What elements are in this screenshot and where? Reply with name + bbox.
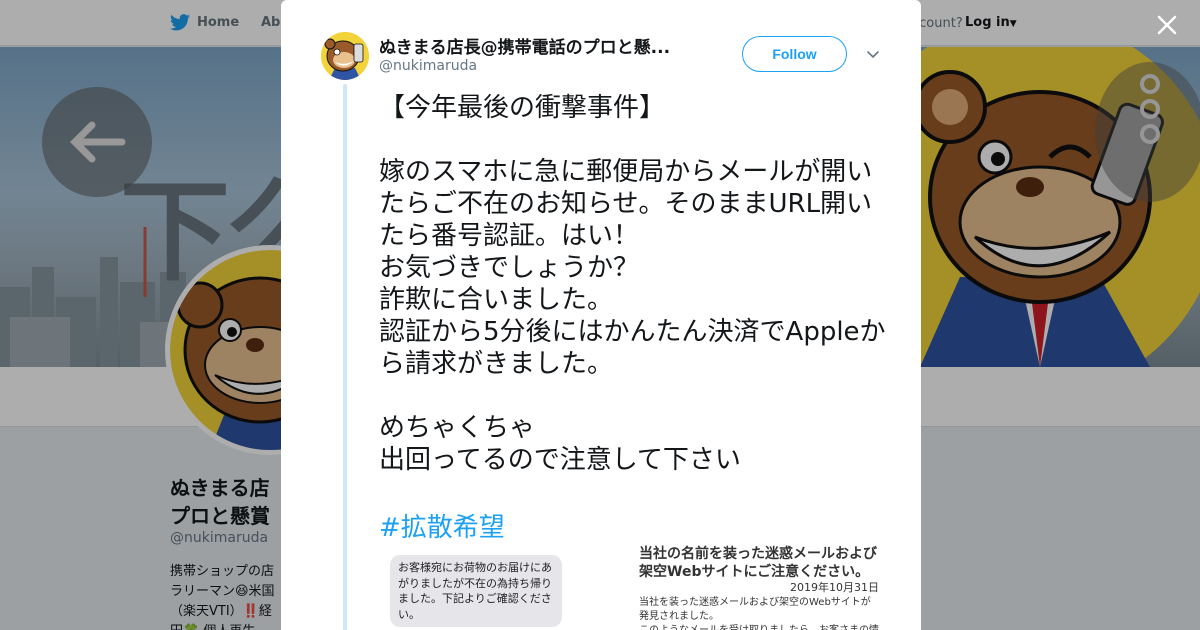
author-avatar[interactable] [321, 32, 369, 80]
hashtag-link[interactable]: #拡散希望 [379, 507, 505, 544]
notice-title: 当社の名前を装った迷惑メールおよび 架空Webサイトにご注意ください。 [639, 546, 877, 580]
chevron-down-icon[interactable] [865, 46, 881, 62]
tweet-modal: ぬきまる店長@携帯電話のプロと懸... @nukimaruda Follow 【… [281, 0, 921, 630]
follow-button[interactable]: Follow [742, 36, 847, 72]
close-icon[interactable] [1152, 10, 1182, 40]
tweet-text: 【今年最後の衝撃事件】 嫁のスマホに急に郵便局からメールが開いたらご不在のお知ら… [379, 92, 889, 476]
notice-date: 2019年10月31日 [790, 581, 879, 594]
tweet-text-content: 【今年最後の衝撃事件】 嫁のスマホに急に郵便局からメールが開いたらご不在のお知ら… [379, 93, 886, 475]
tweet-image-notice[interactable]: 当社の名前を装った迷惑メールおよび 架空Webサイトにご注意ください。 2019… [633, 545, 883, 630]
notice-text: 当社を装った迷惑メールおよび架空のWebサイトが 発見されました。 このようなメ… [639, 597, 879, 630]
thread-line [343, 84, 347, 630]
author-display-name[interactable]: ぬきまる店長@携帯電話のプロと懸... [379, 33, 689, 58]
sms-message-bubble: お客様宛にお荷物のお届けにあがりましたが不在の為持ち帰りました。下記よりご確認く… [390, 555, 562, 627]
tweet-image-sms[interactable]: お客様宛にお荷物のお届けにあがりましたが不在の為持ち帰りました。下記よりご確認く… [379, 545, 629, 630]
author-handle[interactable]: @nukimaruda [379, 58, 477, 74]
